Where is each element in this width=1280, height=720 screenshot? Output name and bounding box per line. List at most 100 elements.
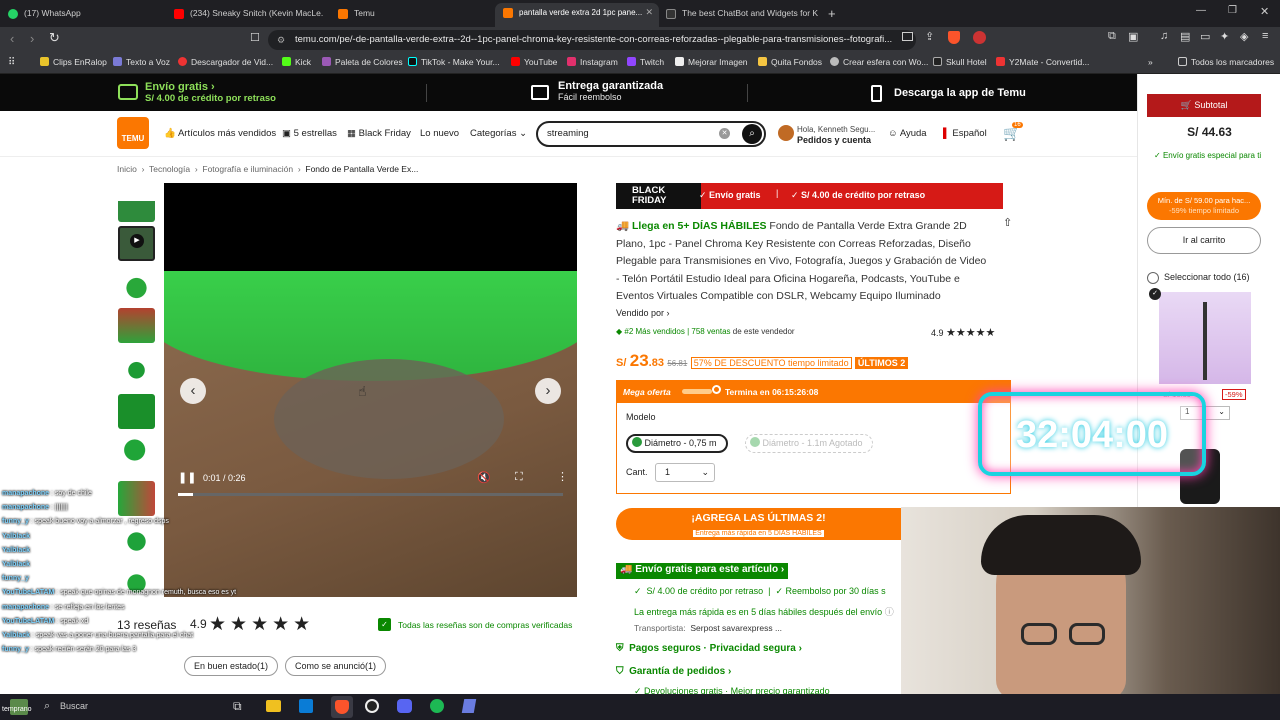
- breadcrumb-home[interactable]: Inicio: [117, 164, 137, 174]
- taskbar-search[interactable]: Buscar: [60, 701, 88, 711]
- maximize-button[interactable]: ❐: [1228, 5, 1237, 16]
- prev-arrow-icon[interactable]: ‹: [180, 378, 206, 404]
- search-box[interactable]: streaming ✕ ⌕: [536, 121, 766, 147]
- share-icon[interactable]: ⇧: [1003, 216, 1012, 229]
- brave-taskbar-item[interactable]: [331, 696, 353, 718]
- free-shipping-banner[interactable]: Envío gratis › S/ 4.00 de crédito por re…: [145, 81, 276, 104]
- discord-icon[interactable]: [397, 699, 412, 713]
- task-view-icon[interactable]: ⧉: [233, 699, 242, 714]
- tab-chatbot[interactable]: The best ChatBot and Widgets for Ki...: [666, 4, 818, 24]
- bookmark-icon[interactable]: ☐: [250, 31, 260, 44]
- sold-by-link[interactable]: Vendido por ›: [616, 308, 670, 318]
- media-icon[interactable]: ♫: [1160, 30, 1168, 42]
- select-all-checkbox[interactable]: [1147, 272, 1159, 284]
- more-options-icon[interactable]: ⋮: [557, 470, 568, 483]
- clear-search-icon[interactable]: ✕: [719, 128, 730, 139]
- close-window-button[interactable]: ✕: [1260, 5, 1269, 18]
- spotify-icon[interactable]: [430, 699, 444, 713]
- nav-new[interactable]: Lo nuevo: [420, 128, 459, 139]
- bookmark-item[interactable]: Clips EnRalop: [40, 57, 107, 67]
- product-thumbnail[interactable]: [118, 394, 155, 429]
- product-video-player[interactable]: ‹ › ❚❚ 0:01 / 0:26 🔇 ⛶ ⋮: [164, 183, 577, 597]
- go-to-cart-button[interactable]: Ir al carrito: [1147, 227, 1261, 254]
- tab-pantalla-verde[interactable]: pantalla verde extra 2d 1pc pane... ✕: [495, 3, 659, 27]
- bookmark-item[interactable]: Paleta de Colores: [322, 57, 403, 67]
- site-info-icon[interactable]: ⚙: [277, 30, 285, 50]
- quantity-select[interactable]: 1 ⌄: [655, 463, 715, 482]
- item-check-icon[interactable]: ✓: [1149, 288, 1161, 300]
- product-thumbnail[interactable]: [118, 267, 155, 302]
- tab-youtube[interactable]: (234) Sneaky Snitch (Kevin MacLe...: [174, 4, 324, 24]
- model-option-selected[interactable]: Diámetro - 0,75 m: [626, 434, 728, 453]
- close-tab-icon[interactable]: ✕: [645, 3, 653, 21]
- help-link[interactable]: ☺ Ayuda: [888, 128, 927, 139]
- nav-best-sellers[interactable]: 👍 Artículos más vendidos: [164, 128, 276, 139]
- language-selector[interactable]: ▌ Español: [943, 128, 987, 139]
- breadcrumb-tech[interactable]: Tecnología: [149, 164, 190, 174]
- back-icon[interactable]: ‹: [10, 31, 14, 46]
- extensions-icon[interactable]: ⧉: [1108, 30, 1116, 43]
- order-guarantee-link[interactable]: ⛉ Garantía de pedidos ›: [616, 666, 731, 677]
- product-thumbnail-video[interactable]: ▶: [118, 226, 155, 261]
- brave-shield-icon[interactable]: [948, 31, 960, 44]
- reload-icon[interactable]: ↻: [49, 30, 60, 46]
- cart-item-image[interactable]: ✓: [1149, 288, 1251, 384]
- search-icon[interactable]: ⌕: [742, 124, 762, 144]
- mute-icon[interactable]: 🔇: [477, 471, 491, 484]
- search-input[interactable]: streaming: [547, 128, 589, 139]
- leo-icon[interactable]: ✦: [1220, 30, 1229, 43]
- search-icon[interactable]: ⌕: [44, 700, 50, 713]
- bookmark-item[interactable]: Twitch: [627, 57, 664, 67]
- bookmark-item[interactable]: Instagram: [567, 57, 618, 67]
- bookmark-item[interactable]: Descargador de Vid...: [178, 57, 273, 67]
- free-shipping-item[interactable]: 🚚 Envío gratis para este artículo ›: [616, 563, 789, 579]
- new-tab-button[interactable]: +: [828, 6, 836, 21]
- tab-whatsapp[interactable]: (17) WhatsApp: [8, 4, 168, 24]
- tab-temu[interactable]: Temu: [338, 4, 488, 24]
- reading-list-icon[interactable]: ▤: [1180, 30, 1190, 43]
- account-menu[interactable]: Hola, Kenneth Segu... Pedidos y cuenta: [797, 124, 875, 146]
- vpn-icon[interactable]: ◈: [1240, 30, 1248, 43]
- wallet-icon[interactable]: ▭: [1200, 30, 1210, 43]
- nav-five-stars[interactable]: ▣ 5 estrellas: [282, 128, 337, 139]
- more-bookmarks-icon[interactable]: »: [1148, 57, 1153, 67]
- app-icon[interactable]: [461, 699, 477, 713]
- temu-logo[interactable]: TEMU: [117, 117, 149, 149]
- minimize-button[interactable]: —: [1196, 5, 1206, 16]
- forward-icon[interactable]: ›: [30, 31, 34, 46]
- info-icon[interactable]: ⓘ: [885, 607, 894, 617]
- bookmark-item[interactable]: TikTok - Make Your...: [408, 57, 500, 67]
- add-to-cart-button[interactable]: ¡AGREGA LAS ÚLTIMAS 2! Entrega más rápid…: [616, 508, 901, 540]
- obs-icon[interactable]: [365, 699, 379, 713]
- bookmark-item[interactable]: Y2Mate - Convertid...: [996, 57, 1089, 67]
- bookmark-item[interactable]: YouTube: [511, 57, 557, 67]
- share-icon[interactable]: ⇪: [925, 30, 934, 43]
- product-thumbnail[interactable]: [118, 308, 155, 343]
- video-progress-track[interactable]: [178, 493, 563, 496]
- bookmark-item[interactable]: Quita Fondos: [758, 57, 822, 67]
- bookmark-item[interactable]: Skull Hotel: [933, 57, 987, 67]
- bookmark-item[interactable]: Texto a Voz: [113, 57, 170, 67]
- bookmark-item[interactable]: Crear esfera con Wo...: [830, 57, 928, 67]
- sidebar-icon[interactable]: ▣: [1128, 30, 1138, 43]
- bookmark-item[interactable]: Mejorar Imagen: [675, 57, 748, 67]
- pause-icon[interactable]: ❚❚: [178, 471, 196, 484]
- apps-grid-icon[interactable]: ⠿: [8, 57, 15, 68]
- all-bookmarks-folder[interactable]: Todos los marcadores: [1178, 57, 1274, 67]
- install-icon[interactable]: [902, 32, 913, 41]
- store-icon[interactable]: [299, 699, 313, 713]
- menu-icon[interactable]: ≡: [1262, 30, 1268, 42]
- avatar[interactable]: [778, 125, 794, 141]
- product-thumbnail[interactable]: [118, 187, 155, 222]
- secure-payments-link[interactable]: ⛨ Pagos seguros · Privacidad segura ›: [616, 643, 802, 654]
- brave-rewards-icon[interactable]: [973, 31, 986, 44]
- product-thumbnail[interactable]: [118, 436, 155, 471]
- min-order-button[interactable]: Mín. de S/ 59.00 para hac... -59% tiempo …: [1147, 192, 1261, 220]
- nav-categories[interactable]: Categorías ⌄: [470, 128, 527, 139]
- guarantee-banner[interactable]: Entrega garantizada Fácil reembolso: [558, 80, 663, 102]
- next-arrow-icon[interactable]: ›: [535, 378, 561, 404]
- subtotal-button[interactable]: 🛒 Subtotal: [1147, 94, 1261, 117]
- url-field[interactable]: ⚙ temu.com/pe/-de-pantalla-verde-extra--…: [268, 30, 916, 50]
- product-thumbnail[interactable]: [118, 351, 155, 386]
- fullscreen-icon[interactable]: ⛶: [515, 471, 523, 484]
